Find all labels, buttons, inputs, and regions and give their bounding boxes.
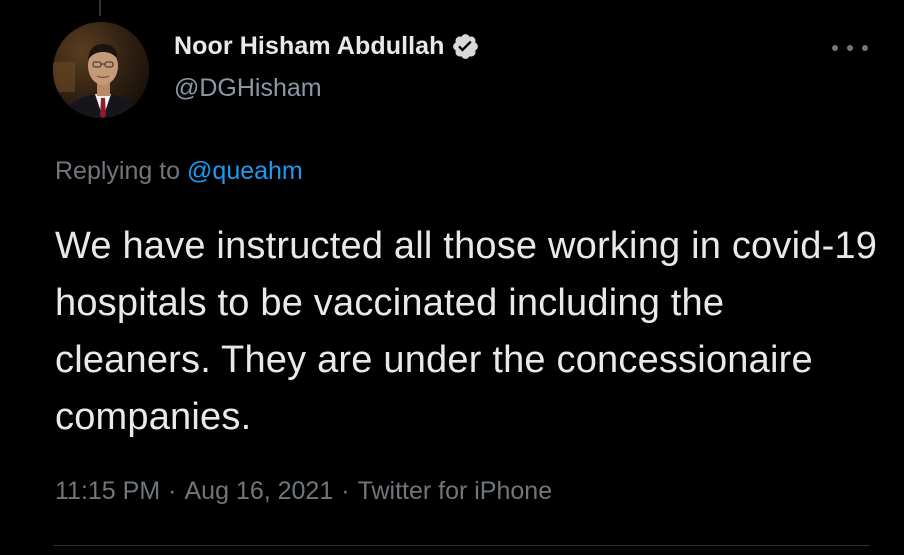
author-name-row[interactable]: Noor Hisham Abdullah — [174, 32, 480, 61]
replying-to-handle-link[interactable]: @queahm — [187, 157, 303, 185]
avatar[interactable] — [53, 22, 149, 118]
metadata-separator: · — [168, 477, 177, 505]
verified-badge-icon — [451, 32, 480, 61]
avatar-photo — [53, 22, 149, 118]
metadata-separator: · — [341, 477, 350, 505]
more-options-icon[interactable] — [832, 36, 868, 60]
replying-to-line: Replying to @queahm — [55, 157, 303, 186]
tweet-metadata: 11:15 PM · Aug 16, 2021 · Twitter for iPhone — [55, 477, 552, 506]
thread-connector-line — [99, 0, 101, 16]
more-dot — [862, 45, 868, 51]
tweet-body-text: We have instructed all those working in … — [55, 225, 878, 438]
divider — [53, 545, 870, 546]
author-display-name[interactable]: Noor Hisham Abdullah — [174, 32, 445, 61]
tweet-date-link[interactable]: Aug 16, 2021 — [184, 477, 333, 505]
tweet-time-link[interactable]: 11:15 PM — [55, 477, 160, 505]
author-handle[interactable]: @DGHisham — [174, 74, 322, 103]
tweet-source-link[interactable]: Twitter for iPhone — [358, 477, 553, 505]
more-dot — [832, 45, 838, 51]
replying-to-label: Replying to — [55, 157, 181, 185]
more-dot — [847, 45, 853, 51]
